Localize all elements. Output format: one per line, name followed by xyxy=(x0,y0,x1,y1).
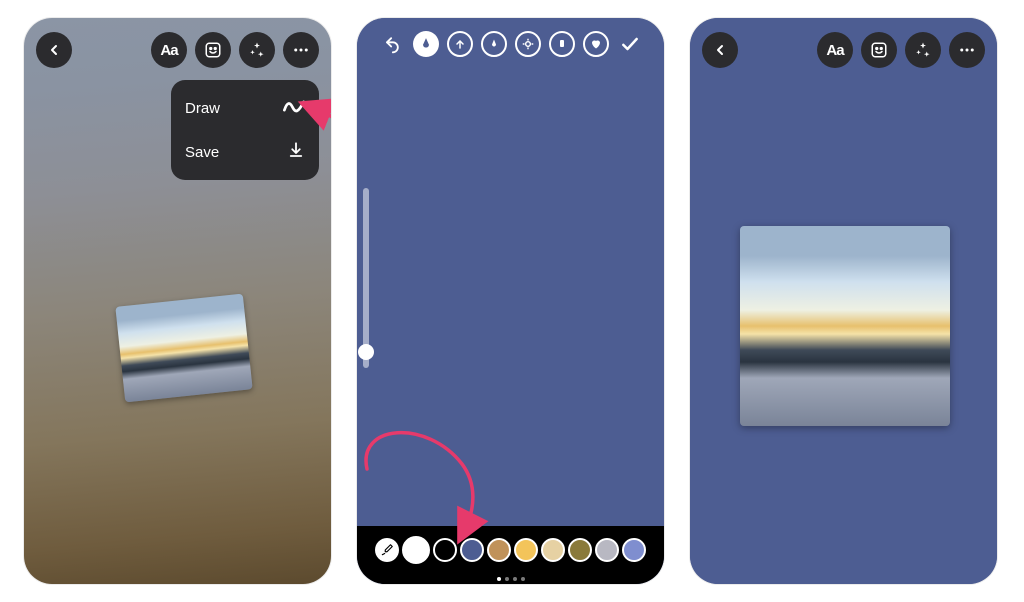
back-button[interactable] xyxy=(702,32,738,68)
done-button[interactable] xyxy=(617,31,643,57)
draw-toolbar xyxy=(357,26,664,62)
color-swatch[interactable] xyxy=(402,536,430,564)
sticker-tool-button[interactable] xyxy=(195,32,231,68)
color-swatch[interactable] xyxy=(595,538,619,562)
neon-tool[interactable] xyxy=(515,31,541,57)
more-menu: Draw Save xyxy=(171,80,319,180)
squiggle-icon xyxy=(283,98,305,118)
eraser-tool[interactable] xyxy=(549,31,575,57)
back-button[interactable] xyxy=(36,32,72,68)
placed-photo[interactable] xyxy=(115,294,252,403)
menu-item-label: Draw xyxy=(185,100,220,117)
story-editor-screen-menu: Aa Draw Save xyxy=(24,18,331,584)
heart-tool[interactable] xyxy=(583,31,609,57)
more-button[interactable] xyxy=(949,32,985,68)
menu-item-save[interactable]: Save xyxy=(171,130,319,174)
sticker-tool-button[interactable] xyxy=(861,32,897,68)
undo-button[interactable] xyxy=(379,31,405,57)
color-swatch[interactable] xyxy=(487,538,511,562)
color-swatch[interactable] xyxy=(433,538,457,562)
story-draw-screen xyxy=(357,18,664,584)
effects-tool-button[interactable] xyxy=(239,32,275,68)
eyedropper-button[interactable] xyxy=(375,538,399,562)
effects-tool-button[interactable] xyxy=(905,32,941,68)
story-editor-screen-final: Aa xyxy=(690,18,997,584)
text-tool-button[interactable]: Aa xyxy=(151,32,187,68)
color-swatch[interactable] xyxy=(541,538,565,562)
placed-photo[interactable] xyxy=(740,226,950,426)
text-tool-button[interactable]: Aa xyxy=(817,32,853,68)
editor-toolbar: Aa xyxy=(690,32,997,68)
color-picker-bar xyxy=(357,526,664,584)
color-swatch[interactable] xyxy=(622,538,646,562)
download-icon xyxy=(287,141,305,163)
menu-item-label: Save xyxy=(185,144,219,161)
marker-tool[interactable] xyxy=(481,31,507,57)
draw-canvas[interactable] xyxy=(357,18,664,584)
brush-size-slider[interactable] xyxy=(363,188,369,368)
color-swatch[interactable] xyxy=(568,538,592,562)
color-swatch[interactable] xyxy=(514,538,538,562)
more-button[interactable] xyxy=(283,32,319,68)
editor-toolbar: Aa xyxy=(24,32,331,68)
arrow-tool[interactable] xyxy=(447,31,473,57)
color-pager xyxy=(357,577,664,581)
menu-item-draw[interactable]: Draw xyxy=(171,86,319,130)
pen-tool[interactable] xyxy=(413,31,439,57)
color-swatch[interactable] xyxy=(460,538,484,562)
